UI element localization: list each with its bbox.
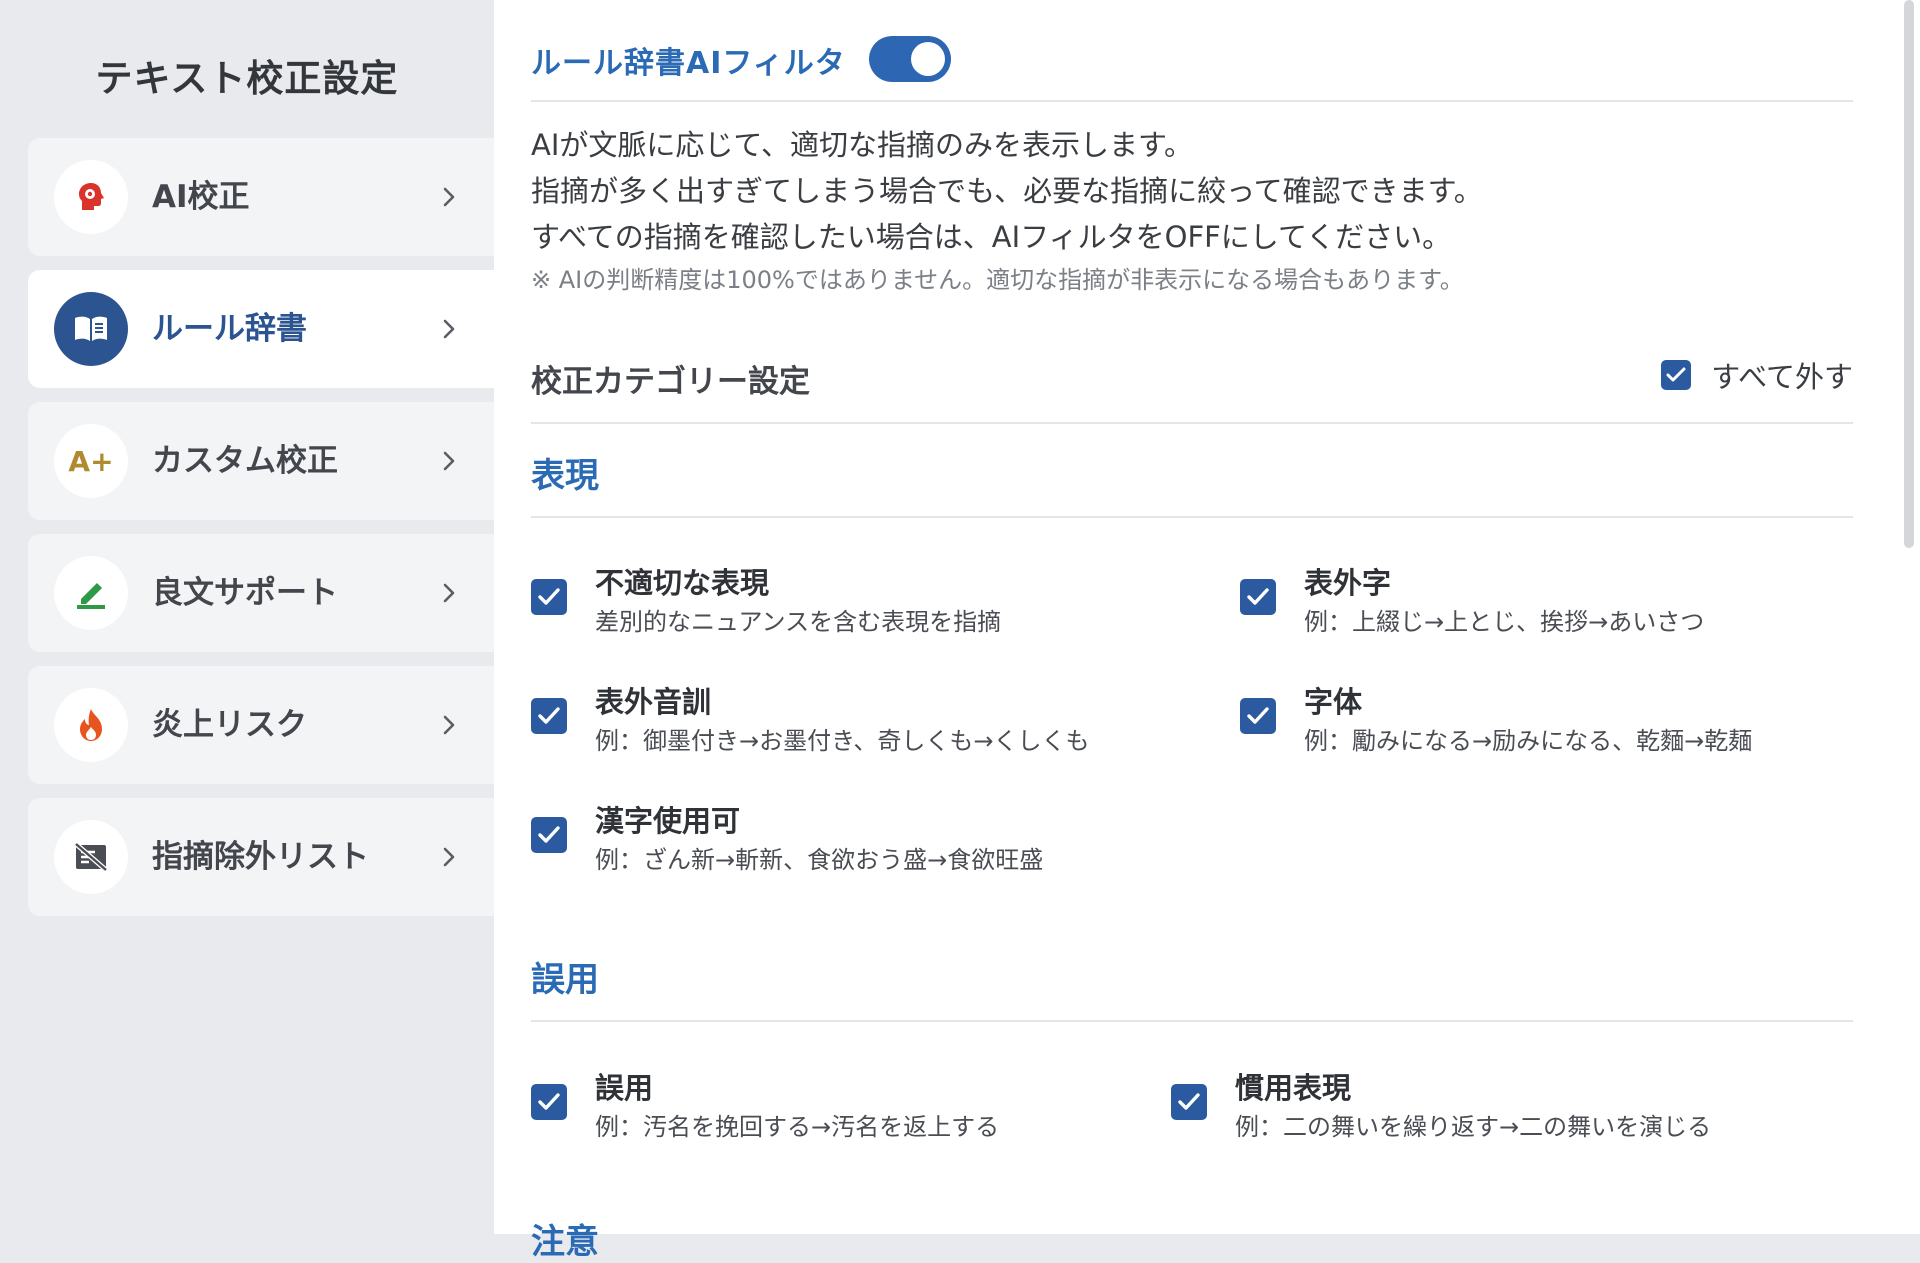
section-title-caution: 注意 [531,1222,599,1262]
category-settings-title: 校正カテゴリー設定 [531,364,810,400]
check-item-kanji-allowed[interactable]: 漢字使用可 例：ざん新→斬新、食欲おう盛→食欲旺盛 [531,798,1231,878]
chevron-right-icon [442,798,456,916]
checkbox[interactable] [1171,1084,1207,1120]
chevron-right-icon [442,270,456,388]
section-title-expression: 表現 [531,456,599,496]
check-item-misuse[interactable]: 誤用 例：汚名を挽回する→汚名を返上する [531,1065,1171,1145]
description-line: すべての指摘を確認したい場合は、AIフィルタをOFFにしてください。 [531,220,1452,254]
check-item-idiomatic-expression[interactable]: 慣用表現 例：二の舞いを繰り返す→二の舞いを演じる [1171,1065,1831,1145]
book-icon [54,292,128,366]
check-item-description: 例：ざん新→斬新、食欲おう盛→食欲旺盛 [595,846,1044,874]
check-item-description: 例：二の舞いを繰り返す→二の舞いを演じる [1235,1113,1712,1141]
checkbox[interactable] [531,1084,567,1120]
check-item-inappropriate-expression[interactable]: 不適切な表現 差別的なニュアンスを含む表現を指摘 [531,560,1231,640]
chevron-right-icon [442,666,456,784]
sidebar-item-label: 良文サポート [152,575,338,611]
sidebar-item-label: AI校正 [152,179,250,215]
divider [531,516,1853,518]
check-item-label: 不適切な表現 [595,566,770,600]
sidebar-item-flaming-risk[interactable]: 炎上リスク [28,666,494,784]
sidebar-item-label: カスタム校正 [152,443,338,479]
uncheck-all-label: すべて外す [1711,360,1853,394]
accuracy-note: ※ AIの判断精度は100%ではありません。適切な指摘が非表示になる場合もありま… [531,266,1464,294]
ai-filter-toggle[interactable] [869,36,951,82]
check-item-label: 誤用 [595,1071,654,1105]
main-panel: ルール辞書AIフィルタ AIが文脈に応じて、適切な指摘のみを表示します。 指摘が… [494,0,1920,1262]
checkbox[interactable] [531,579,567,615]
pencil-icon [54,556,128,630]
check-item-character-form[interactable]: 字体 例：勵みになる→励みになる、乾麵→乾麺 [1240,679,1840,759]
description-line: AIが文脈に応じて、適切な指摘のみを表示します。 [531,128,1194,162]
sidebar-title: テキスト校正設定 [95,57,399,100]
ai-head-icon [54,160,128,234]
sidebar-item-label: 指摘除外リスト [152,839,369,875]
sidebar-item-label: 炎上リスク [152,707,307,743]
sidebar: テキスト校正設定 AI校正 ルール辞書 A+ カスタム校正 良文サポート 炎上リ… [0,0,494,1234]
check-item-label: 漢字使用可 [595,804,741,838]
uncheck-all-control[interactable]: すべて外す [1661,354,1853,396]
sidebar-item-good-writing-support[interactable]: 良文サポート [28,534,494,652]
scrollbar-thumb[interactable] [1904,0,1914,548]
excluded-list-icon [54,820,128,894]
checkbox[interactable] [1240,698,1276,734]
divider [531,422,1853,424]
chevron-right-icon [442,138,456,256]
section-title-misuse: 誤用 [531,960,599,1000]
check-item-label: 字体 [1304,685,1363,719]
divider [531,100,1853,102]
check-item-description: 例：上綴じ→上とじ、挨拶→あいさつ [1304,608,1705,636]
check-item-description: 例：勵みになる→励みになる、乾麵→乾麺 [1304,727,1753,755]
check-item-description: 例：御墨付き→お墨付き、奇しくも→くしくも [595,727,1090,755]
divider [531,1020,1853,1022]
checkbox[interactable] [1240,579,1276,615]
check-item-label: 表外音訓 [595,685,712,719]
sidebar-item-ai-proofreading[interactable]: AI校正 [28,138,494,256]
ai-filter-title: ルール辞書AIフィルタ [531,46,846,81]
chevron-right-icon [442,534,456,652]
sidebar-item-custom-proofreading[interactable]: A+ カスタム校正 [28,402,494,520]
a-plus-icon: A+ [54,424,128,498]
scrollbar-track[interactable] [1896,0,1920,1234]
checkbox[interactable] [531,817,567,853]
sidebar-item-rule-dictionary[interactable]: ルール辞書 [28,270,494,388]
checkbox[interactable] [531,698,567,734]
description-line: 指摘が多く出すぎてしまう場合でも、必要な指摘に絞って確認できます。 [531,174,1483,208]
check-item-description: 差別的なニュアンスを含む表現を指摘 [595,608,1002,636]
sidebar-item-exclusion-list[interactable]: 指摘除外リスト [28,798,494,916]
toggle-knob [911,42,945,76]
uncheck-all-checkbox[interactable] [1661,360,1692,390]
check-item-label: 表外字 [1304,566,1392,600]
check-item-non-joyo-kanji[interactable]: 表外字 例：上綴じ→上とじ、挨拶→あいさつ [1240,560,1840,640]
check-item-label: 慣用表現 [1235,1071,1352,1105]
flame-icon [54,688,128,762]
chevron-right-icon [442,402,456,520]
sidebar-item-label: ルール辞書 [152,311,307,347]
check-item-description: 例：汚名を挽回する→汚名を返上する [595,1113,1000,1141]
check-item-non-joyo-reading[interactable]: 表外音訓 例：御墨付き→お墨付き、奇しくも→くしくも [531,679,1231,759]
